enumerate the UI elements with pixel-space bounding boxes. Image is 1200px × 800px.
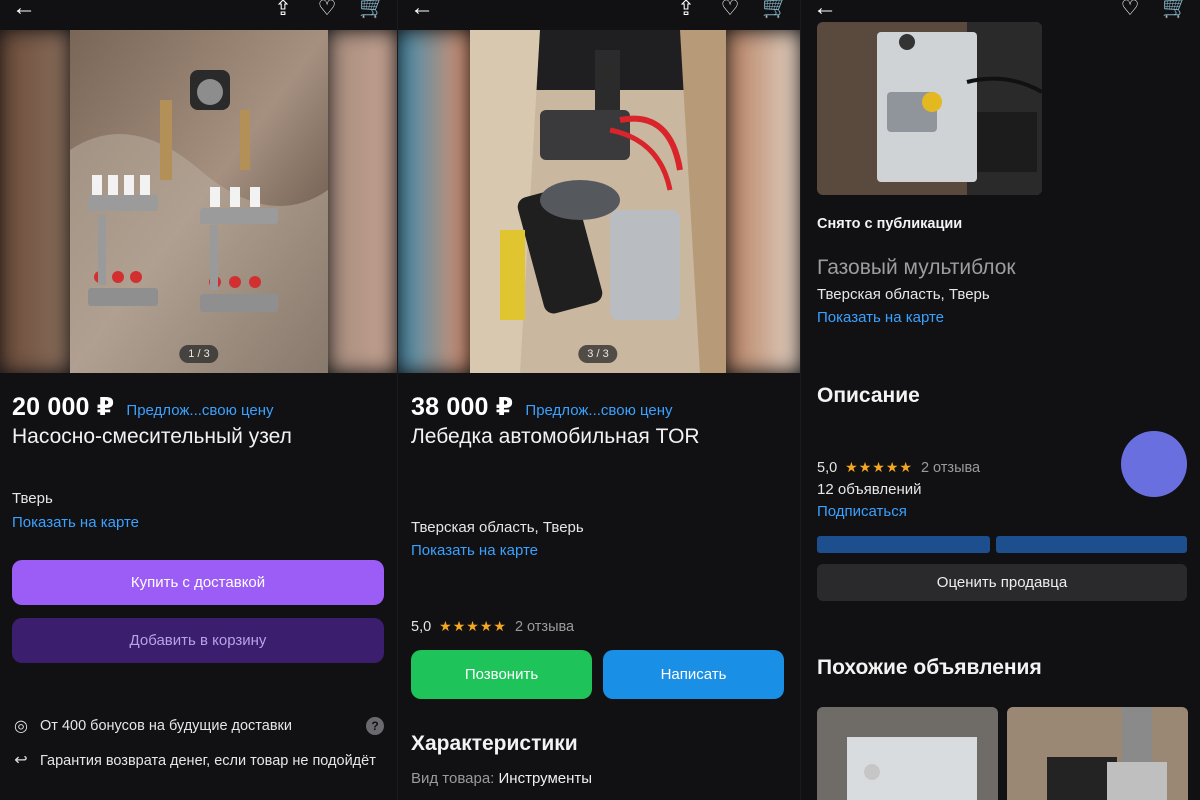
- rating-stars: ★★★★★: [439, 618, 507, 634]
- spec-row: Вид товара: Инструменты: [411, 770, 592, 787]
- listing-screen-2: ← ⇪ ♡ 🛒 3 / 3 38 000 ₽ Предлож...свою це…: [397, 0, 800, 800]
- reviews-count[interactable]: 2 отзыва: [515, 619, 574, 635]
- listing-title: Насосно-смесительный узел: [12, 425, 292, 448]
- photo-gallery[interactable]: 3 / 3: [398, 30, 800, 373]
- share-icon[interactable]: ⇪: [674, 0, 698, 21]
- seller-listings-count[interactable]: 12 объявлений: [817, 481, 922, 498]
- status-label: Снято с публикации: [817, 216, 963, 232]
- location: Тверь: [12, 490, 53, 507]
- prev-photo-preview: [0, 30, 70, 373]
- specs-heading: Характеристики: [411, 732, 578, 755]
- location: Тверская область, Тверь: [411, 519, 584, 536]
- show-on-map-link[interactable]: Показать на карте: [411, 542, 538, 559]
- buy-with-delivery-button[interactable]: Купить с доставкой: [12, 560, 384, 605]
- share-icon[interactable]: ⇪: [271, 0, 295, 21]
- seller-rating[interactable]: 5,0 ★★★★★ 2 отзыва: [411, 618, 574, 635]
- photo-gallery[interactable]: 1 / 3: [0, 30, 397, 373]
- photo-counter: 3 / 3: [578, 345, 618, 363]
- next-photo-preview: [726, 30, 800, 373]
- multiblock-photo: [817, 22, 1042, 195]
- seller-avatar[interactable]: [1121, 431, 1187, 497]
- product-photo[interactable]: 1 / 3: [70, 30, 328, 373]
- bonus-text: От 400 бонусов на будущие доставки: [40, 718, 292, 734]
- price-row: 20 000 ₽ Предлож...свою цену: [12, 392, 274, 422]
- next-photo-preview: [328, 30, 397, 373]
- cart-icon[interactable]: 🛒: [762, 0, 788, 21]
- return-arrow-icon: ↩: [14, 752, 28, 769]
- guarantee-text: Гарантия возврата денег, если товар не п…: [40, 753, 376, 769]
- seller-rating[interactable]: 5,0 ★★★★★ 2 отзыва: [817, 459, 980, 476]
- rating-stars: ★★★★★: [845, 459, 913, 475]
- back-arrow-icon[interactable]: ←: [813, 0, 837, 22]
- bonus-info: ◎ От 400 бонусов на будущие доставки ?: [12, 716, 384, 736]
- show-on-map-link[interactable]: Показать на карте: [817, 309, 944, 326]
- favorite-heart-icon[interactable]: ♡: [1118, 0, 1142, 21]
- listing-title: Газовый мультиблок: [817, 256, 1016, 279]
- cart-icon[interactable]: 🛒: [359, 0, 385, 21]
- favorite-heart-icon[interactable]: ♡: [315, 0, 339, 21]
- rate-seller-button[interactable]: Оценить продавца: [817, 564, 1187, 601]
- similar-listings-heading: Похожие объявления: [817, 656, 1042, 679]
- price-row: 38 000 ₽ Предлож...свою цену: [411, 392, 673, 422]
- location: Тверская область, Тверь: [817, 286, 990, 303]
- similar-listing-photo: [1007, 707, 1188, 800]
- top-actions: ♡ 🛒: [1118, 0, 1189, 21]
- rating-value: 5,0: [411, 618, 432, 635]
- spec-label: Вид товара:: [411, 770, 495, 787]
- action-bar[interactable]: [817, 536, 990, 553]
- similar-listing-card[interactable]: [1007, 707, 1188, 800]
- seller-action-bars: [817, 536, 1187, 553]
- top-bar: ← ⇪ ♡ 🛒: [0, 0, 397, 26]
- top-bar: ← ⇪ ♡ 🛒: [398, 0, 800, 26]
- favorite-heart-icon[interactable]: ♡: [718, 0, 742, 21]
- add-to-cart-button[interactable]: Добавить в корзину: [12, 618, 384, 663]
- call-button[interactable]: Позвонить: [411, 650, 592, 699]
- subscribe-link[interactable]: Подписаться: [817, 503, 907, 520]
- similar-listing-photo: [817, 707, 998, 800]
- top-actions: ⇪ ♡ 🛒: [674, 0, 788, 21]
- write-message-button[interactable]: Написать: [603, 650, 784, 699]
- product-photo[interactable]: [817, 22, 1042, 195]
- prev-photo-preview: [398, 30, 470, 373]
- show-on-map-link[interactable]: Показать на карте: [12, 514, 139, 531]
- listing-screen-1: ← ⇪ ♡ 🛒 1 / 3 20 000 ₽ Предлож...свою це…: [0, 0, 397, 800]
- photo-counter: 1 / 3: [179, 345, 219, 363]
- guarantee-info: ↩ Гарантия возврата денег, если товар не…: [12, 750, 384, 772]
- reviews-count[interactable]: 2 отзыва: [921, 460, 980, 476]
- help-icon[interactable]: ?: [366, 717, 384, 735]
- cart-icon[interactable]: 🛒: [1162, 0, 1188, 21]
- spec-value: Инструменты: [498, 770, 593, 787]
- winch-photo: [470, 30, 726, 373]
- back-arrow-icon[interactable]: ←: [12, 0, 36, 22]
- top-actions: ⇪ ♡ 🛒: [271, 0, 385, 21]
- listing-title: Лебедка автомобильная TOR: [411, 425, 700, 448]
- bonus-icon: ◎: [14, 718, 28, 735]
- similar-listing-card[interactable]: [817, 707, 998, 800]
- manifold-photo: [70, 30, 328, 373]
- action-bar[interactable]: [996, 536, 1187, 553]
- listing-screen-3: ← ♡ 🛒 Снято с публикации Газовый мультиб…: [800, 0, 1200, 800]
- rating-value: 5,0: [817, 459, 838, 476]
- price: 38 000 ₽: [411, 393, 514, 421]
- description-heading: Описание: [817, 384, 920, 407]
- back-arrow-icon[interactable]: ←: [410, 0, 434, 22]
- price: 20 000 ₽: [12, 393, 115, 421]
- product-photo[interactable]: 3 / 3: [470, 30, 726, 373]
- offer-price-link[interactable]: Предлож...свою цену: [525, 402, 672, 419]
- offer-price-link[interactable]: Предлож...свою цену: [126, 402, 273, 419]
